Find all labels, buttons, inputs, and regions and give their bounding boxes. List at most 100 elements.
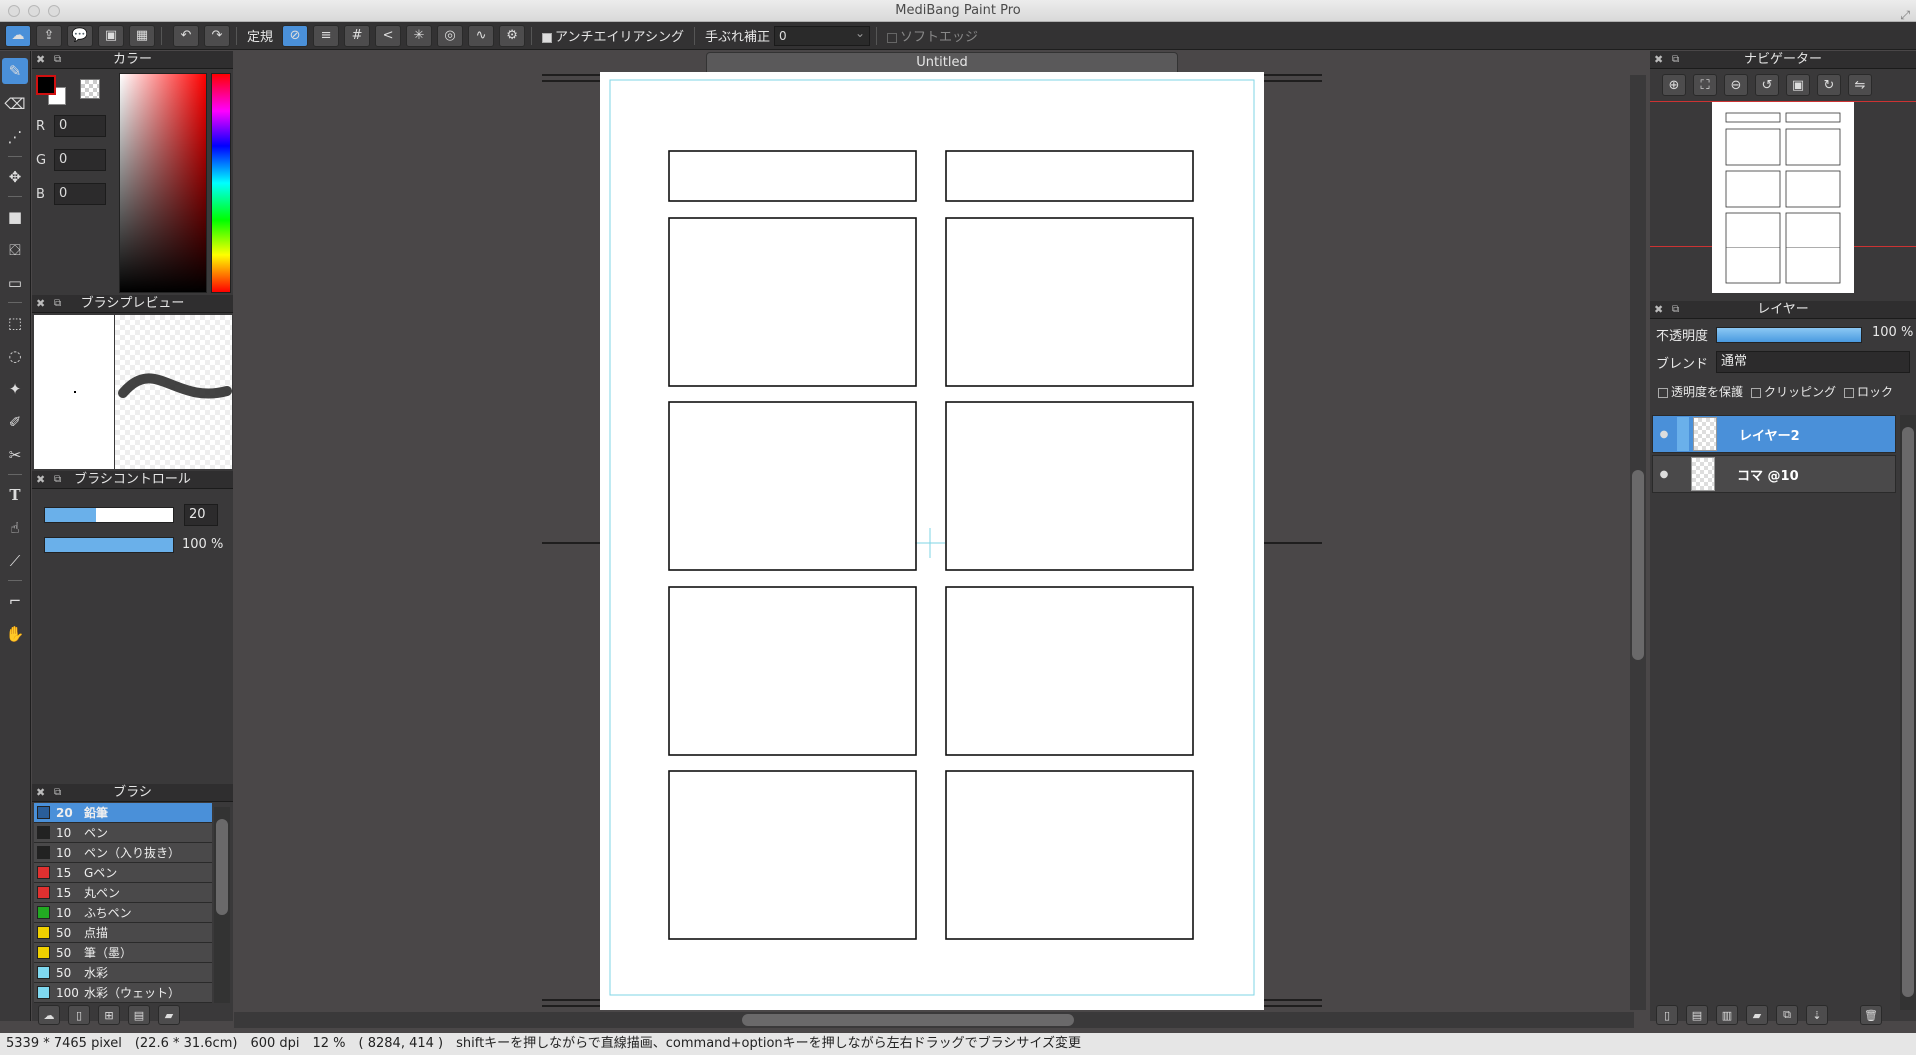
- shape-fill-tool-icon[interactable]: ■: [2, 204, 28, 230]
- new-brush-icon[interactable]: ▯: [68, 1005, 90, 1025]
- brush-list-item[interactable]: 10 ふちペン: [34, 903, 212, 923]
- brush-tool-icon[interactable]: ✎: [2, 58, 28, 84]
- cloud-brush-icon[interactable]: ☁: [38, 1005, 60, 1025]
- brush-list-item[interactable]: 10 ペン（入り抜き）: [34, 843, 212, 863]
- red-input[interactable]: 0: [54, 115, 106, 137]
- brush-list-item[interactable]: 20 鉛筆: [34, 803, 212, 823]
- antialias-toggle[interactable]: アンチエイリアシング: [542, 26, 684, 45]
- brush-opacity-slider[interactable]: [44, 537, 174, 553]
- new-8bit-layer-icon[interactable]: ▥: [1716, 1005, 1738, 1025]
- close-window-button[interactable]: [8, 5, 20, 17]
- grid-ruler-icon[interactable]: #: [344, 24, 371, 47]
- merge-layer-icon[interactable]: ⇣: [1806, 1005, 1828, 1025]
- flip-icon[interactable]: ⇋: [1848, 74, 1872, 96]
- hue-slider[interactable]: [211, 73, 231, 293]
- transparent-color-swatch[interactable]: [80, 79, 100, 99]
- layer-row[interactable]: ● コマ @10: [1652, 455, 1896, 493]
- close-icon[interactable]: ✖: [1654, 51, 1663, 69]
- rotate-left-icon[interactable]: ↺: [1755, 74, 1779, 96]
- blue-input[interactable]: 0: [54, 183, 106, 205]
- add-brush-menu-icon[interactable]: ⊞: [98, 1005, 120, 1025]
- rotate-right-icon[interactable]: ↻: [1817, 74, 1841, 96]
- radial-ruler-icon[interactable]: ✳: [406, 24, 433, 47]
- zoom-window-button[interactable]: [48, 5, 60, 17]
- dot-tool-icon[interactable]: ⋰: [2, 124, 28, 150]
- brush-settings-icon[interactable]: ▤: [128, 1005, 150, 1025]
- detach-icon[interactable]: ⧉: [1672, 301, 1679, 319]
- reset-view-icon[interactable]: ▣: [1786, 74, 1810, 96]
- parallel-ruler-icon[interactable]: ≡: [313, 24, 340, 47]
- page[interactable]: [600, 72, 1264, 1010]
- saturation-value-picker[interactable]: [119, 73, 207, 293]
- brush-folder-icon[interactable]: ▰: [158, 1005, 180, 1025]
- detach-icon[interactable]: ⧉: [1672, 51, 1679, 69]
- brush-list-item[interactable]: 50 筆（墨）: [34, 943, 212, 963]
- brush-list-item[interactable]: 50 点描: [34, 923, 212, 943]
- protect-alpha-option[interactable]: 透明度を保護: [1658, 383, 1743, 400]
- hand-tool-icon[interactable]: ✋: [2, 621, 28, 647]
- zoom-out-icon[interactable]: ⊖: [1724, 74, 1748, 96]
- no-ruler-icon[interactable]: ⊘: [282, 24, 309, 47]
- brush-list-item[interactable]: 100 水彩（ウェット）: [34, 983, 212, 1003]
- bucket-tool-icon[interactable]: ⛋: [2, 237, 28, 263]
- ruler-settings-icon[interactable]: ⚙: [499, 24, 526, 47]
- divide-tool-icon[interactable]: ⟋: [2, 548, 28, 574]
- select-tool-icon[interactable]: ⬚: [2, 310, 28, 336]
- brush-list-scrollbar[interactable]: [214, 807, 230, 1003]
- select-eraser-tool-icon[interactable]: ✂: [2, 442, 28, 468]
- share-icon[interactable]: ⇪: [36, 24, 62, 47]
- blend-mode-select[interactable]: 通常: [1716, 351, 1910, 373]
- detach-icon[interactable]: ⧉: [54, 51, 61, 69]
- move-tool-icon[interactable]: ✥: [2, 164, 28, 190]
- layer-list-scrollbar[interactable]: [1900, 415, 1916, 1010]
- document-tab[interactable]: Untitled: [706, 52, 1178, 72]
- detach-icon[interactable]: ⧉: [54, 784, 61, 802]
- eraser-tool-icon[interactable]: ⌫: [2, 91, 28, 117]
- close-icon[interactable]: ✖: [1654, 301, 1663, 319]
- clipping-checkbox[interactable]: [1751, 387, 1762, 398]
- foreground-color-swatch-front[interactable]: [36, 75, 56, 95]
- magic-wand-tool-icon[interactable]: ✦: [2, 376, 28, 402]
- canvas-vertical-scrollbar[interactable]: [1630, 75, 1646, 1010]
- close-icon[interactable]: ✖: [36, 784, 45, 802]
- zoom-in-icon[interactable]: ⊕: [1662, 74, 1686, 96]
- brush-size-slider[interactable]: [44, 507, 174, 523]
- duplicate-layer-icon[interactable]: ⧉: [1776, 1005, 1798, 1025]
- new-halftone-layer-icon[interactable]: ▤: [1686, 1005, 1708, 1025]
- close-icon[interactable]: ✖: [36, 295, 45, 313]
- green-input[interactable]: 0: [54, 149, 106, 171]
- stabilizer-select[interactable]: 0: [774, 24, 870, 46]
- navigator-preview[interactable]: [1650, 101, 1916, 250]
- protect-alpha-checkbox[interactable]: [1658, 387, 1668, 398]
- operation-tool-icon[interactable]: ☝: [2, 515, 28, 541]
- layer-opacity-slider[interactable]: [1716, 327, 1862, 343]
- redo-icon[interactable]: ↷: [204, 24, 230, 47]
- select-pen-tool-icon[interactable]: ✐: [2, 409, 28, 435]
- curve-ruler-icon[interactable]: ∿: [468, 24, 495, 47]
- detach-icon[interactable]: ⧉: [54, 295, 61, 313]
- minimize-window-button[interactable]: [28, 5, 40, 17]
- lock-option[interactable]: ロック: [1844, 383, 1893, 400]
- comment-icon[interactable]: 💬: [67, 24, 93, 47]
- canvas-horizontal-scrollbar[interactable]: [234, 1012, 1634, 1028]
- panel-layout-icon[interactable]: ▦: [129, 24, 155, 47]
- visibility-eye-icon[interactable]: ●: [1653, 429, 1675, 440]
- brush-list-item[interactable]: 15 Gペン: [34, 863, 212, 883]
- layer-row[interactable]: ● レイヤー2: [1652, 415, 1896, 453]
- lasso-tool-icon[interactable]: ◌: [2, 343, 28, 369]
- delete-layer-icon[interactable]: 🗑: [1860, 1005, 1882, 1025]
- brush-list-item[interactable]: 10 ペン: [34, 823, 212, 843]
- eyedropper-tool-icon[interactable]: ⌐: [2, 588, 28, 614]
- new-layer-icon[interactable]: ▯: [1656, 1005, 1678, 1025]
- vertical-scroll-thumb[interactable]: [1632, 470, 1644, 660]
- text-tool-icon[interactable]: T: [2, 482, 28, 508]
- fit-icon[interactable]: ⛶: [1693, 74, 1717, 96]
- layer-list-scroll-thumb[interactable]: [1902, 427, 1914, 997]
- softedge-checkbox[interactable]: [887, 32, 897, 43]
- brush-list-scroll-thumb[interactable]: [216, 819, 228, 915]
- gradient-tool-icon[interactable]: ▭: [2, 270, 28, 296]
- close-icon[interactable]: ✖: [36, 471, 45, 489]
- canvas-svg[interactable]: [234, 72, 1634, 1010]
- brush-size-input[interactable]: 20: [184, 504, 218, 526]
- cloud-icon[interactable]: ☁: [5, 24, 31, 47]
